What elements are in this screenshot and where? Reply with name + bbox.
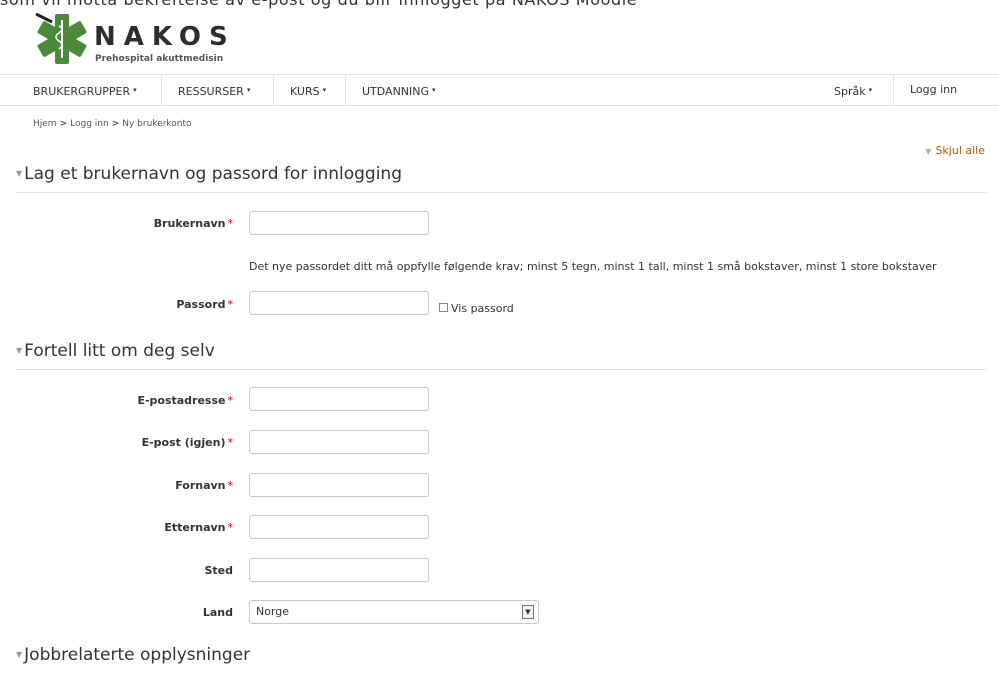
triangle-down-icon: ▼: [925, 147, 932, 156]
country-label: Land: [202, 606, 233, 619]
required-marker: *: [227, 479, 234, 492]
chevron-down-icon: ▾: [432, 86, 436, 94]
dropdown-arrow-icon[interactable]: ▼: [522, 605, 534, 619]
password-requirements-hint: Det nye passordet ditt må oppfylle følge…: [249, 260, 937, 273]
show-password-option[interactable]: Vis passord: [439, 302, 514, 315]
chevron-down-icon: ▾: [868, 86, 873, 94]
nav-brukergrupper-label: BRUKERGRUPPER: [33, 85, 131, 98]
language-menu[interactable]: Språk ▾: [834, 75, 872, 105]
username-label: Brukernavn *: [153, 217, 234, 230]
section-title: Jobbrelaterte opplysninger: [24, 645, 251, 665]
show-password-label: Vis passord: [451, 302, 514, 315]
email-again-input[interactable]: [249, 430, 429, 454]
triangle-down-icon: ▼: [16, 346, 23, 355]
password-input[interactable]: [249, 291, 429, 315]
required-marker: *: [227, 394, 234, 407]
email-input[interactable]: [249, 387, 429, 411]
language-label: Språk: [834, 85, 866, 98]
firstname-input[interactable]: [249, 473, 429, 497]
chevron-down-icon: ▾: [322, 86, 327, 94]
nav-utdanning-label: UTDANNING: [362, 85, 430, 98]
login-link[interactable]: Logg inn: [910, 75, 957, 105]
city-label: Sted: [204, 564, 233, 577]
firstname-label: Fornavn *: [175, 479, 234, 492]
section-title: Fortell litt om deg selv: [24, 341, 215, 361]
nav-divider: [161, 75, 162, 105]
nav-kurs[interactable]: KURS ▾: [290, 75, 326, 105]
breadcrumb: Hjem > Logg inn > Ny brukerkonto: [33, 119, 192, 129]
email-again-label: E-post (igjen) *: [141, 436, 234, 449]
username-input[interactable]: [249, 211, 429, 235]
nav-utdanning[interactable]: UTDANNING ▾: [362, 75, 436, 105]
triangle-down-icon: ▼: [16, 650, 23, 659]
collapse-all-link[interactable]: ▼ Skjul alle: [925, 144, 985, 157]
nav-divider: [893, 75, 894, 105]
nav-ressurser[interactable]: RESSURSER ▾: [178, 75, 250, 105]
email-label: E-postadresse *: [137, 394, 234, 407]
password-label: Passord *: [176, 298, 234, 311]
collapse-all-label: Skjul alle: [935, 144, 985, 157]
breadcrumb-home[interactable]: Hjem: [33, 119, 57, 129]
star-of-life-icon: [35, 12, 87, 64]
clipped-top-text: som vil motta bekreftelse av e-post og d…: [0, 0, 999, 10]
required-marker: *: [227, 436, 234, 449]
main-navbar: BRUKERGRUPPER ▾ RESSURSER ▾ KURS ▾ UTDANNIN…: [0, 74, 999, 106]
breadcrumb-separator-icon: >: [111, 119, 120, 129]
show-password-checkbox[interactable]: [439, 303, 448, 312]
country-selected-value: Norge: [256, 605, 290, 618]
lastname-input[interactable]: [249, 515, 429, 539]
nav-divider: [273, 75, 274, 105]
required-marker: *: [227, 521, 234, 534]
city-input[interactable]: [249, 558, 429, 582]
breadcrumb-login[interactable]: Logg inn: [70, 119, 109, 129]
chevron-down-icon: ▾: [133, 86, 137, 94]
chevron-down-icon: ▾: [246, 86, 251, 94]
nav-divider: [345, 75, 346, 105]
breadcrumb-separator-icon: >: [59, 119, 68, 129]
section-login-credentials[interactable]: ▼ Lag et brukernavn og passord for innlog…: [16, 164, 987, 193]
breadcrumb-current: Ny brukerkonto: [122, 119, 192, 129]
country-select[interactable]: Norge ▼: [249, 600, 539, 624]
required-marker: *: [227, 298, 234, 311]
triangle-down-icon: ▼: [16, 169, 23, 178]
section-title: Lag et brukernavn og passord for innlogg…: [24, 164, 402, 184]
logo-tagline: Prehospital akuttmedisin: [95, 54, 224, 64]
logo-name: NAKOS: [94, 22, 236, 52]
lastname-label: Etternavn *: [164, 521, 234, 534]
nav-brukergrupper[interactable]: BRUKERGRUPPER ▾: [33, 75, 137, 105]
required-marker: *: [227, 217, 234, 230]
nav-ressurser-label: RESSURSER: [178, 85, 244, 98]
site-logo[interactable]: NAKOS Prehospital akuttmedisin: [32, 12, 262, 68]
section-about-you[interactable]: ▼ Fortell litt om deg selv: [16, 341, 987, 370]
nav-kurs-label: KURS: [290, 85, 320, 98]
